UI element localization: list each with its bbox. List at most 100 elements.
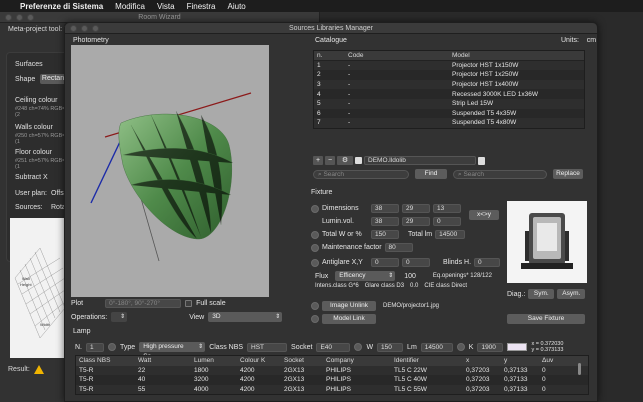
kelvin-toggle[interactable] xyxy=(456,343,465,351)
model-link-toggle[interactable] xyxy=(311,315,319,323)
asym-button[interactable]: Asym. xyxy=(557,289,586,299)
replace-search-input[interactable]: ⌕ Search xyxy=(453,169,547,179)
menu-app-name[interactable]: Preferenze di Sistema xyxy=(20,2,103,11)
total-w-row: Total W or % 150 Total lm 14500 xyxy=(311,230,466,239)
plot-angles-field[interactable]: 0°-180°, 90°-270° xyxy=(105,299,182,308)
lamp-col-socket[interactable]: Socket xyxy=(284,357,326,364)
watt-field[interactable]: 150 xyxy=(377,342,404,352)
zoom-window-icon[interactable] xyxy=(27,14,34,21)
preview-wall-label: Wall xyxy=(22,276,30,281)
catalogue-cell-code: - xyxy=(348,90,351,98)
lamp-col-identifier[interactable]: Identifier xyxy=(394,357,466,364)
menu-item-view[interactable]: Vista xyxy=(157,2,175,11)
col-model[interactable]: Model xyxy=(452,52,584,59)
units-value[interactable]: cm xyxy=(587,37,596,44)
lamp-table-row[interactable]: T5-R 55 4000 4200 2GX13 PHILIPS TL5 C 55W 0,372… xyxy=(76,384,588,395)
image-unlink-toggle[interactable] xyxy=(311,302,319,310)
maintenance-field[interactable]: 80 xyxy=(384,243,413,252)
view-popup[interactable]: 3D xyxy=(208,312,283,322)
catalogue-table-row[interactable]: 6 - Suspended T5 4x35W xyxy=(314,108,584,119)
lamp-col-x[interactable]: x xyxy=(466,357,504,364)
catalogue-table-row[interactable]: 3 - Projector HST 1x400W xyxy=(314,79,584,90)
catalogue-table-row[interactable]: 4 - Recessed 3000K LED 1x36W xyxy=(314,89,584,99)
sym-button[interactable]: Sym. xyxy=(528,289,555,299)
lamp-n-field[interactable]: 1 xyxy=(86,342,104,352)
total-lm-field[interactable]: 14500 xyxy=(435,230,466,239)
class-nbs-field[interactable]: HST xyxy=(247,342,288,352)
minimize-window-icon[interactable] xyxy=(16,14,23,21)
catalogue-table-row[interactable]: 2 - Projector HST 1x250W xyxy=(314,70,584,80)
total-w-field[interactable]: 150 xyxy=(371,230,399,239)
lamp-col-lumen[interactable]: Lumen xyxy=(194,357,240,364)
catalogue-table-row[interactable]: 1 - Projector HST 1x150W xyxy=(314,60,584,71)
swap-xy-button[interactable]: x<>y xyxy=(469,210,499,220)
lamp-table-header: Class NBS Watt Lumen Colour K Socket Com… xyxy=(76,356,588,366)
lamp-col-company[interactable]: Company xyxy=(326,357,394,364)
lamp-col-watt[interactable]: Watt xyxy=(138,357,194,364)
k-field[interactable]: 1900 xyxy=(477,342,504,352)
units-label: Units: cm xyxy=(561,37,597,44)
maintenance-toggle[interactable] xyxy=(311,243,319,252)
close-window-icon[interactable] xyxy=(5,14,12,21)
slm-zoom-icon[interactable] xyxy=(92,25,99,32)
catalogue-cell-model: Suspended T5 4x80W xyxy=(452,119,517,127)
lamp-col-colour[interactable]: Colour K xyxy=(240,357,284,364)
lamp-type-popup[interactable]: High pressure So... xyxy=(139,342,206,360)
lumin-z-field[interactable]: 0 xyxy=(433,217,461,226)
catalogue-cell-code: - xyxy=(348,119,351,127)
model-link-button[interactable]: Model Link xyxy=(322,314,376,324)
lamp-type-toggle[interactable] xyxy=(108,343,116,351)
socket-field[interactable]: E40 xyxy=(316,342,351,352)
library-file-field[interactable]: DEMO.lldolib xyxy=(364,156,476,165)
document-icon[interactable] xyxy=(478,156,485,165)
slm-minimize-icon[interactable] xyxy=(81,25,88,32)
lamp-col-y[interactable]: y xyxy=(504,357,542,364)
dimension-z-field[interactable]: 13 xyxy=(433,204,461,213)
menu-item-help[interactable]: Aiuto xyxy=(228,2,246,11)
user-plan-value[interactable]: Offs xyxy=(51,190,64,197)
dimension-y-field[interactable]: 29 xyxy=(402,204,430,213)
dimension-x-field[interactable]: 38 xyxy=(371,204,399,213)
full-scale-checkbox[interactable] xyxy=(185,300,193,307)
meta-project-label: Meta-project tool: "R xyxy=(8,26,72,33)
dimensions-toggle[interactable] xyxy=(311,204,319,213)
lamp-table-scrollbar[interactable] xyxy=(578,363,581,375)
lm-field[interactable]: 14500 xyxy=(420,342,453,352)
lamp-cell-k: 4200 xyxy=(240,366,255,374)
image-unlink-button[interactable]: Image Unlink xyxy=(322,301,376,311)
lumin-x-field[interactable]: 38 xyxy=(371,217,399,226)
operations-row: Operations: View 3D xyxy=(71,312,283,322)
catalogue-cell-code: - xyxy=(348,81,351,89)
menu-item-edit[interactable]: Modifica xyxy=(115,2,145,11)
catalogue-search-row: ⌕ Search Find ⌕ Search Replace xyxy=(313,169,583,179)
catalogue-search-input[interactable]: ⌕ Search xyxy=(313,169,409,179)
lamp-col-class[interactable]: Class NBS xyxy=(76,357,138,364)
catalogue-table-row[interactable]: 7 - Suspended T5 4x80W xyxy=(314,118,584,128)
find-button[interactable]: Find xyxy=(415,169,447,179)
gear-icon[interactable]: ⚙ xyxy=(337,156,353,165)
slm-close-icon[interactable] xyxy=(70,25,77,32)
lamp-col-duv[interactable]: Δuv xyxy=(542,357,588,364)
shape-popup[interactable]: Rectan xyxy=(40,74,66,84)
flux-label: Flux xyxy=(315,272,329,280)
antiglare-toggle[interactable] xyxy=(311,258,319,267)
total-w-toggle[interactable] xyxy=(311,230,319,239)
replace-button[interactable]: Replace xyxy=(553,169,583,179)
antiglare-x-field[interactable]: 0 xyxy=(371,258,399,267)
operations-popup[interactable] xyxy=(111,312,128,322)
catalogue-table-row[interactable]: 5 - Strip Led 15W xyxy=(314,98,584,109)
photometry-3d-viewport[interactable] xyxy=(71,45,269,297)
lumin-y-field[interactable]: 29 xyxy=(402,217,430,226)
lamp-table-row[interactable]: T5-R 40 3200 4200 2GX13 PHILIPS TL5 C 40W 0,372… xyxy=(76,375,588,385)
remove-button[interactable]: − xyxy=(325,156,335,165)
blinds-field[interactable]: 0 xyxy=(474,258,501,267)
add-button[interactable]: + xyxy=(313,156,323,165)
flux-popup[interactable]: Efficency xyxy=(335,271,396,281)
col-code[interactable]: Code xyxy=(348,52,452,59)
watt-toggle[interactable] xyxy=(354,343,363,351)
col-n[interactable]: n. xyxy=(314,52,348,59)
save-fixture-button[interactable]: Save Fixture xyxy=(507,314,585,324)
menu-item-window[interactable]: Finestra xyxy=(187,2,216,11)
antiglare-y-field[interactable]: 0 xyxy=(402,258,430,267)
lamp-table-row[interactable]: T5-R 22 1800 4200 2GX13 PHILIPS TL5 C 22W 0,372… xyxy=(76,365,588,376)
